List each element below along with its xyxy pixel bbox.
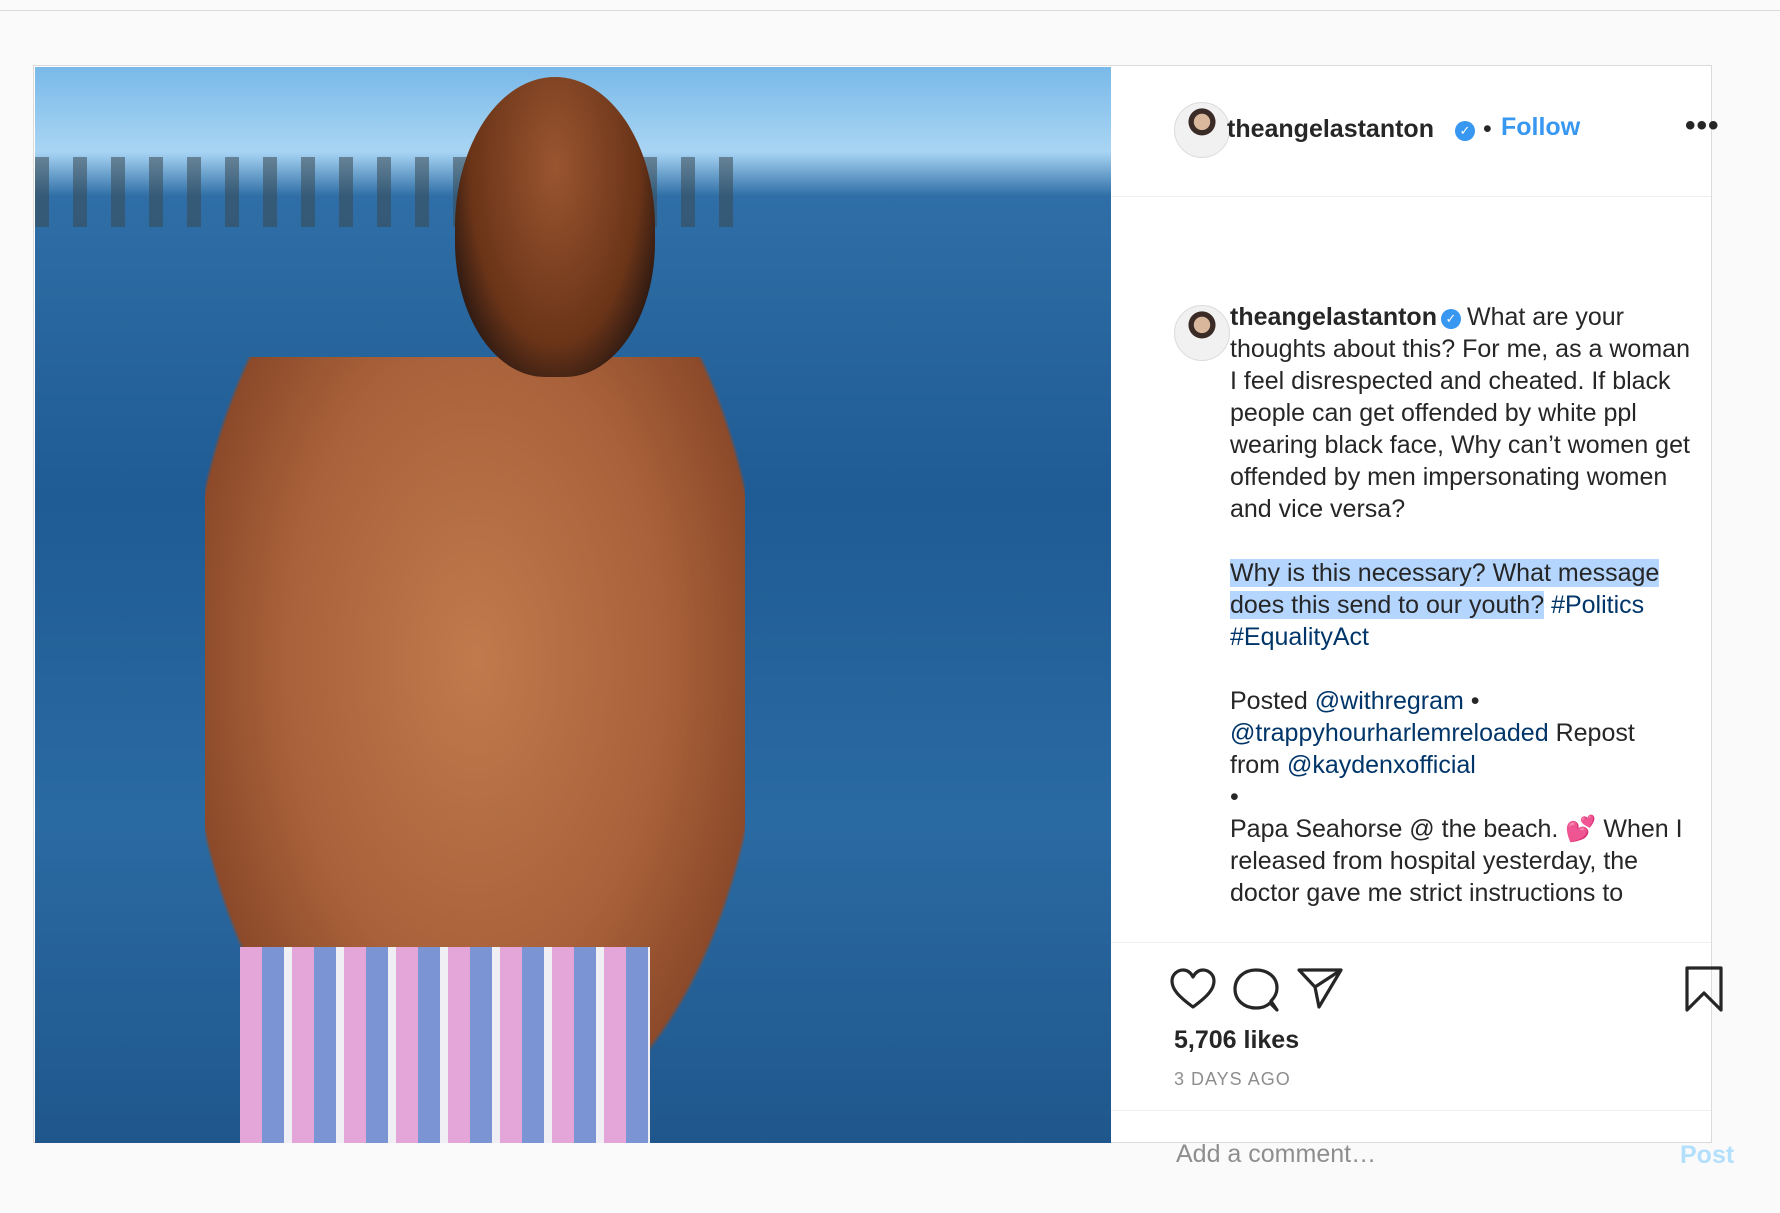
top-divider: [0, 10, 1780, 11]
avatar[interactable]: [1174, 102, 1230, 158]
bookmark-icon[interactable]: [1684, 965, 1724, 1013]
caption-paragraph-1: What are your thoughts about this? For m…: [1230, 303, 1690, 523]
caption-avatar[interactable]: [1174, 305, 1230, 361]
caption-username[interactable]: theangelastanton: [1230, 303, 1437, 331]
post-dialog: theangelastanton ✓ • Follow ••• theangel…: [33, 65, 1734, 1175]
photo-person-head: [455, 77, 655, 377]
post-timestamp[interactable]: 3 DAYS AGO: [1174, 1069, 1291, 1090]
follow-button[interactable]: Follow: [1501, 113, 1580, 142]
mention-withregram[interactable]: @withregram: [1315, 687, 1464, 715]
post-photo[interactable]: [35, 67, 1111, 1143]
likes-count[interactable]: 5,706 likes: [1174, 1026, 1299, 1055]
separator-dot: •: [1483, 115, 1492, 143]
mention-trappyhourharlemreloaded[interactable]: @trappyhourharlemreloaded: [1230, 719, 1549, 747]
verified-badge-icon: ✓: [1440, 309, 1461, 329]
bullet: •: [1470, 687, 1480, 715]
bullet-line: •: [1230, 783, 1239, 811]
hashtag-politics[interactable]: #Politics: [1551, 591, 1644, 619]
share-icon[interactable]: [1297, 967, 1343, 1009]
caption-text: theangelastanton ✓ What are your thoughts …: [1230, 301, 1690, 909]
comment-bar: Post: [1111, 1110, 1734, 1195]
more-options-icon[interactable]: •••: [1685, 109, 1720, 143]
comment-icon[interactable]: [1233, 967, 1279, 1013]
comment-input[interactable]: [1174, 1133, 1648, 1175]
heart-icon[interactable]: [1170, 968, 1216, 1010]
hashtag-equalityact[interactable]: #EqualityAct: [1230, 623, 1369, 651]
caption-scroll-area[interactable]: theangelastanton ✓ What are your thoughts …: [1111, 197, 1711, 942]
posted-label: Posted: [1230, 687, 1308, 715]
header-username[interactable]: theangelastanton: [1227, 115, 1434, 144]
verified-badge-icon: ✓: [1455, 121, 1475, 141]
action-bar: 5,706 likes 3 DAYS AGO: [1111, 942, 1723, 1111]
caption-paragraph-4: Papa Seahorse @ the beach. 💕 When I rele…: [1230, 815, 1683, 907]
post-comment-button[interactable]: Post: [1680, 1141, 1734, 1170]
mention-kaydenxofficial[interactable]: @kaydenxofficial: [1287, 751, 1476, 779]
post-header: theangelastanton ✓ • Follow •••: [1111, 66, 1719, 197]
photo-shorts: [240, 947, 650, 1143]
